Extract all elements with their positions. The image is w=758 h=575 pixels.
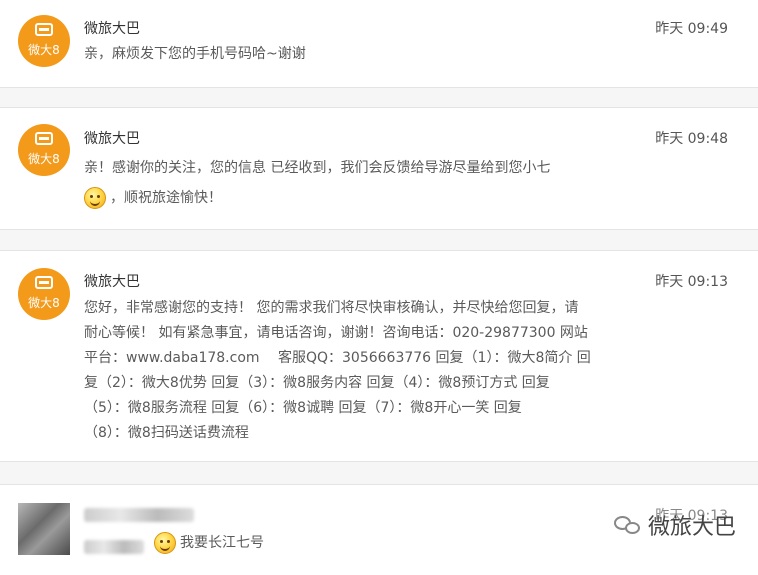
message-text: 亲，麻烦发下您的手机号码哈~谢谢 xyxy=(84,46,306,62)
user-avatar[interactable] xyxy=(18,503,70,555)
sender-avatar[interactable]: 微大8 xyxy=(18,15,70,67)
message-item[interactable]: 微大8 微旅大巴 昨天 09:13 您好，非常感谢您的支持！ 您的需求我们将尽快… xyxy=(0,250,758,462)
message-line: （5）：微8服务流程 回复（6）：微8诚聘 回复（7）：微8开心一笑 回复 xyxy=(84,400,522,416)
message-time: 昨天 09:48 xyxy=(655,131,728,147)
message-line: 复（2）：微大8优势 回复（3）：微8服务内容 回复（4）：微8预订方式 回复 xyxy=(84,375,550,391)
blurred-username xyxy=(84,508,194,522)
message-line-text: 我要长江七号 xyxy=(180,535,264,551)
bus-icon xyxy=(35,276,53,289)
bus-icon xyxy=(35,23,53,36)
message-line-text: ，顺祝旅途愉快！ xyxy=(110,190,222,206)
watermark-text: 微旅大巴 xyxy=(647,515,736,540)
smile-emoji-icon xyxy=(84,187,106,209)
blurred-text xyxy=(84,540,144,554)
message-time: 昨天 09:49 xyxy=(655,21,728,37)
sender-name[interactable]: 微旅大巴 xyxy=(84,271,140,291)
smile-emoji-icon xyxy=(154,532,176,554)
message-text: 您好，非常感谢您的支持！ 您的需求我们将尽快审核确认，并尽快给您回复，请 耐心等… xyxy=(84,296,644,446)
message-text: 我要长江七号 xyxy=(154,531,264,556)
avatar-label: 微大8 xyxy=(28,152,60,166)
message-item[interactable]: 微大8 微旅大巴 昨天 09:49 亲，麻烦发下您的手机号码哈~谢谢 xyxy=(0,0,758,88)
sender-name[interactable]: 微旅大巴 xyxy=(84,18,140,38)
watermark: 微旅大巴 xyxy=(613,509,736,541)
message-time: 昨天 09:13 xyxy=(655,274,728,290)
message-line: 您好，非常感谢您的支持！ 您的需求我们将尽快审核确认，并尽快给您回复，请 xyxy=(84,300,579,316)
sender-name[interactable]: 微旅大巴 xyxy=(84,128,140,148)
message-line: 平台：www.daba178.com 客服QQ：3056663776 回复（1）… xyxy=(84,350,591,366)
message-line: 耐心等候！ 如有紧急事宜，请电话咨询，谢谢！咨询电话：020-29877300 … xyxy=(84,325,588,341)
message-item[interactable]: 微大8 微旅大巴 昨天 09:48 亲！感谢你的关注，您的信息 已经收到，我们会… xyxy=(0,107,758,230)
sender-avatar[interactable]: 微大8 xyxy=(18,124,70,176)
sender-avatar[interactable]: 微大8 xyxy=(18,268,70,320)
avatar-label: 微大8 xyxy=(28,43,60,57)
message-line: 亲！感谢你的关注，您的信息 已经收到，我们会反馈给导游尽量给到您小七 xyxy=(84,160,551,176)
wechat-icon xyxy=(613,514,642,536)
message-line: ，顺祝旅途愉快！ xyxy=(84,183,644,213)
message-text: 亲！感谢你的关注，您的信息 已经收到，我们会反馈给导游尽量给到您小七 ，顺祝旅途… xyxy=(84,153,644,213)
message-line: （8）：微8扫码送话费流程 xyxy=(84,425,249,441)
avatar-label: 微大8 xyxy=(28,296,60,310)
bus-icon xyxy=(35,132,53,145)
